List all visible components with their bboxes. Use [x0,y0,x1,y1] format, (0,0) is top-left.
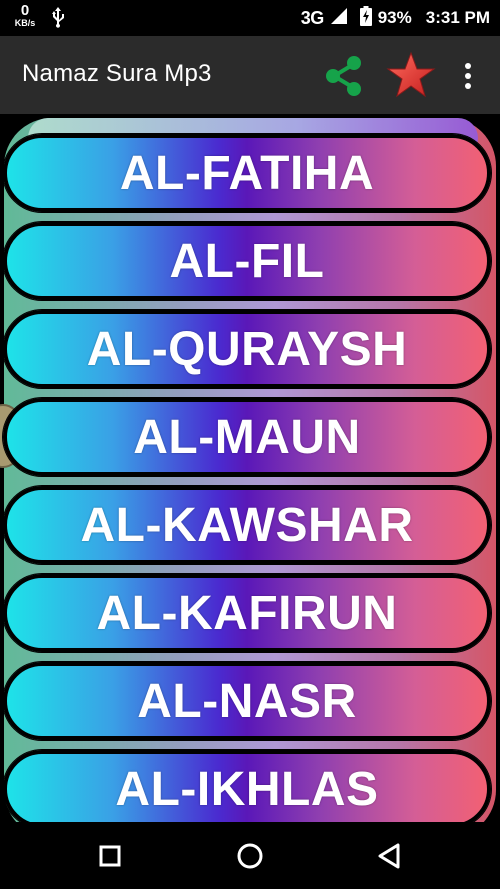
overflow-menu-icon [465,63,471,89]
back-button[interactable] [374,840,406,872]
sura-button-al-ikhlas[interactable]: AL-IKHLAS [3,750,491,822]
home-circle-icon [237,843,263,869]
sura-list-area[interactable]: AL-FATIHA AL-FIL AL-QURAYSH AL-MAUN AL-K… [0,114,500,822]
sura-button-al-fatiha[interactable]: AL-FATIHA [3,134,491,212]
network-type: 3G [300,7,325,28]
status-right-group: 3G 93% 3:31 PM [301,0,490,36]
star-icon [386,51,436,98]
sura-button-al-quraysh[interactable]: AL-QURAYSH [3,310,491,388]
battery-percent: 93% [377,8,412,27]
sura-label: AL-NASR [137,674,357,728]
sura-label: AL-KAFIRUN [96,586,398,640]
network-speed: 0 KB/s [10,3,40,28]
sura-label: AL-MAUN [133,410,361,464]
back-triangle-icon [378,843,400,869]
sura-button-al-fil[interactable]: AL-FIL [3,222,491,300]
favorite-button[interactable] [386,50,436,100]
sura-button-al-kafirun[interactable]: AL-KAFIRUN [3,574,491,652]
app-title: Namaz Sura Mp3 [22,60,212,87]
clock: 3:31 PM [425,8,490,27]
app-bar: Namaz Sura Mp3 [0,36,500,114]
sura-label: AL-IKHLAS [115,762,379,816]
sura-label: AL-KAWSHAR [80,498,414,552]
network-speed-value: 0 [20,2,30,19]
network-speed-unit: KB/s [14,18,36,28]
overflow-menu-button[interactable] [456,56,480,96]
sura-button-al-kawshar[interactable]: AL-KAWSHAR [3,486,491,564]
battery-charging-icon [359,5,372,31]
usb-icon [50,6,66,33]
recents-square-icon [99,845,121,867]
sura-label: AL-FIL [169,234,325,288]
signal-icon [330,7,348,30]
sura-button-al-maun[interactable]: AL-MAUN [3,398,491,476]
sura-label: AL-QURAYSH [86,322,408,376]
sura-label: AL-FATIHA [119,146,375,200]
sura-button-al-nasr[interactable]: AL-NASR [3,662,491,740]
share-button[interactable] [320,52,368,100]
share-icon [326,56,361,96]
home-button[interactable] [234,840,266,872]
recents-button[interactable] [94,840,126,872]
status-bar: 0 KB/s 3G 93% 3:31 PM [0,0,500,36]
navigation-bar [0,822,500,889]
